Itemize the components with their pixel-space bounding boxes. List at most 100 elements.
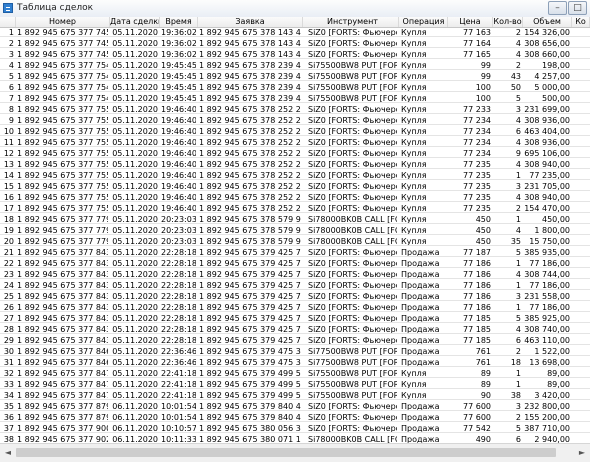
- column-header-volume[interactable]: Объем: [523, 17, 572, 27]
- table-row[interactable]: 311 892 945 675 377 846 366 05.11.202022:…: [0, 358, 590, 367]
- table-row[interactable]: 351 892 945 675 377 879 033 06.11.202010:…: [0, 402, 590, 411]
- column-header-quantity[interactable]: Кол-во: [493, 17, 523, 27]
- cell-operation: Купля: [401, 237, 427, 245]
- cell-trade-time: 22:28:18: [161, 270, 196, 278]
- cell-instrument: Si77500BW8 PUT [FORTS: Опци: [308, 358, 397, 366]
- cell-trade-number: 1 892 945 675 377 754 604: [17, 94, 108, 102]
- scroll-right-icon[interactable]: ►: [576, 447, 588, 459]
- window-title: Таблица сделок: [17, 3, 94, 13]
- table-row[interactable]: 291 892 945 675 377 843 357 05.11.202022:…: [0, 336, 590, 345]
- cell-quantity: 2: [515, 28, 521, 36]
- table-row[interactable]: 161 892 945 675 377 755 643 05.11.202019:…: [0, 193, 590, 202]
- table-row[interactable]: 31 892 945 675 377 745 465 05.11.202019:3…: [0, 50, 590, 59]
- table-row[interactable]: 11 892 945 675 377 745 463 05.11.202019:3…: [0, 28, 590, 37]
- cell-trade-time: 19:46:40: [161, 138, 196, 146]
- table-row[interactable]: 201 892 945 675 377 779 838 05.11.202020:…: [0, 237, 590, 246]
- table-row[interactable]: 221 892 945 675 377 843 350 05.11.202022:…: [0, 259, 590, 268]
- scroll-left-icon[interactable]: ◄: [2, 447, 14, 459]
- cell-volume: 385 935,00: [524, 248, 570, 256]
- cell-order-number: 1 892 945 675 379 840 488: [199, 402, 301, 410]
- column-header-extra[interactable]: Ко: [572, 17, 590, 27]
- cell-price: 99: [480, 61, 491, 69]
- cell-quantity: 50: [510, 83, 521, 91]
- cell-volume: 308 656,00: [524, 39, 570, 47]
- column-header-trade-number[interactable]: Номер: [16, 17, 110, 27]
- cell-row-index: 12: [3, 149, 14, 157]
- cell-operation: Купля: [401, 380, 427, 388]
- horizontal-scrollbar[interactable]: ◄ ►: [0, 443, 590, 462]
- cell-operation: Продажа: [401, 270, 440, 278]
- table-row[interactable]: 331 892 945 675 377 847 101 05.11.202022:…: [0, 380, 590, 389]
- cell-operation: Продажа: [401, 402, 440, 410]
- cell-volume: 308 940,00: [524, 160, 570, 168]
- cell-quantity: 4: [515, 325, 521, 333]
- cell-trade-number: 1 892 945 675 377 745 465: [17, 50, 108, 58]
- cell-row-index: 1: [8, 28, 14, 36]
- cell-row-index: 25: [3, 292, 14, 300]
- cell-trade-time: 10:10:57: [161, 424, 196, 432]
- table-row[interactable]: 341 892 945 675 377 847 102 05.11.202022:…: [0, 391, 590, 400]
- cell-order-number: 1 892 945 675 379 425 793: [199, 303, 301, 311]
- table-row[interactable]: 371 892 945 675 377 900 986 06.11.202010:…: [0, 424, 590, 433]
- cell-operation: Продажа: [401, 358, 440, 366]
- cell-trade-date: 05.11.2020: [112, 226, 158, 234]
- minimize-button[interactable]: –: [548, 1, 567, 15]
- table-row[interactable]: 51 892 945 675 377 754 602 05.11.202019:4…: [0, 72, 590, 81]
- table-row[interactable]: 261 892 945 675 377 843 354 05.11.202022:…: [0, 303, 590, 312]
- table-row[interactable]: 361 892 945 675 377 879 034 06.11.202010:…: [0, 413, 590, 422]
- cell-trade-number: 1 892 945 675 377 755 639: [17, 149, 108, 157]
- table-row[interactable]: 61 892 945 675 377 754 603 05.11.202019:4…: [0, 83, 590, 92]
- column-header-instrument[interactable]: Инструмент: [307, 17, 399, 27]
- table-row[interactable]: 321 892 945 675 377 847 100 05.11.202022:…: [0, 369, 590, 378]
- table-row[interactable]: 101 892 945 675 377 755 637 05.11.202019:…: [0, 127, 590, 136]
- column-header-row-index[interactable]: [0, 17, 16, 27]
- cell-price: 77 234: [463, 127, 491, 135]
- table-row[interactable]: 251 892 945 675 377 843 353 05.11.202022:…: [0, 292, 590, 301]
- table-row[interactable]: 81 892 945 675 377 755 635 05.11.202019:4…: [0, 105, 590, 114]
- table-row[interactable]: 91 892 945 675 377 755 636 05.11.202019:4…: [0, 116, 590, 125]
- table-row[interactable]: 111 892 945 675 377 755 638 05.11.202019:…: [0, 138, 590, 147]
- cell-operation: Продажа: [401, 259, 440, 267]
- table-row[interactable]: 231 892 945 675 377 843 351 05.11.202022:…: [0, 270, 590, 279]
- table-row[interactable]: 131 892 945 675 377 755 640 05.11.202019:…: [0, 160, 590, 169]
- table-row[interactable]: 141 892 945 675 377 755 641 05.11.202019:…: [0, 171, 590, 180]
- cell-row-index: 22: [3, 259, 14, 267]
- cell-trade-date: 05.11.2020: [112, 127, 158, 135]
- maximize-button[interactable]: □: [568, 1, 587, 15]
- cell-quantity: 4: [515, 138, 521, 146]
- table-row[interactable]: 21 892 945 675 377 745 464 05.11.202019:3…: [0, 39, 590, 48]
- cell-quantity: 4: [515, 270, 521, 278]
- table-row[interactable]: 271 892 945 675 377 843 355 05.11.202022:…: [0, 314, 590, 323]
- table-row[interactable]: 121 892 945 675 377 755 639 05.11.202019:…: [0, 149, 590, 158]
- table-row[interactable]: 241 892 945 675 377 843 352 05.11.202022:…: [0, 281, 590, 290]
- column-header-price[interactable]: Цена: [448, 17, 493, 27]
- table-row[interactable]: 71 892 945 675 377 754 604 05.11.202019:4…: [0, 94, 590, 103]
- table-row[interactable]: 211 892 945 675 377 843 349 05.11.202022:…: [0, 248, 590, 257]
- cell-row-index: 5: [8, 72, 14, 80]
- table-row[interactable]: 151 892 945 675 377 755 642 05.11.202019:…: [0, 182, 590, 191]
- table-row[interactable]: 381 892 945 675 377 902 060 06.11.202010:…: [0, 435, 590, 443]
- cell-trade-time: 19:46:40: [161, 105, 196, 113]
- table-row[interactable]: 281 892 945 675 377 843 356 05.11.202022:…: [0, 325, 590, 334]
- cell-instrument: SiZ0 [FORTS: Фьючерсы]: [308, 424, 397, 432]
- table-row[interactable]: 171 892 945 675 377 755 644 05.11.202019:…: [0, 204, 590, 213]
- table-row[interactable]: 191 892 945 675 377 779 837 05.11.202020:…: [0, 226, 590, 235]
- cell-volume: 13 698,00: [529, 358, 570, 366]
- cell-instrument: SiZ0 [FORTS: Фьючерсы]: [308, 259, 397, 267]
- cell-volume: 308 936,00: [524, 138, 570, 146]
- table-row[interactable]: 181 892 945 675 377 779 836 05.11.202020:…: [0, 215, 590, 224]
- column-header-order-number[interactable]: Заявка: [198, 17, 303, 27]
- column-header-trade-date[interactable]: Дата сделки: [110, 17, 160, 27]
- cell-trade-time: 19:46:40: [161, 193, 196, 201]
- cell-trade-date: 06.11.2020: [112, 424, 158, 432]
- cell-row-index: 31: [3, 358, 14, 366]
- cell-order-number: 1 892 945 675 379 499 501: [199, 380, 301, 388]
- cell-volume: 77 186,00: [529, 303, 570, 311]
- cell-trade-time: 22:28:18: [161, 303, 196, 311]
- table-row[interactable]: 301 892 945 675 377 846 365 05.11.202022:…: [0, 347, 590, 356]
- cell-trade-date: 05.11.2020: [112, 39, 158, 47]
- scrollbar-thumb[interactable]: [16, 448, 556, 457]
- column-header-operation[interactable]: Операция: [400, 17, 448, 27]
- table-row[interactable]: 41 892 945 675 377 754 601 05.11.202019:4…: [0, 61, 590, 70]
- column-header-trade-time[interactable]: Время: [160, 17, 198, 27]
